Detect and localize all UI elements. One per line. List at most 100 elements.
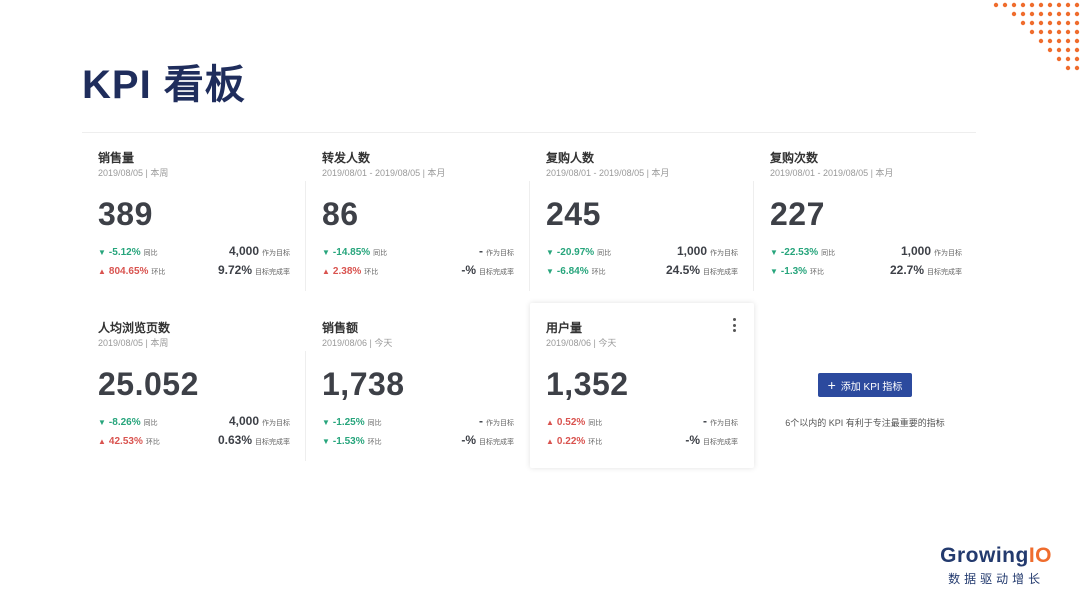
decorative-dot	[1065, 2, 1071, 8]
decorative-dot	[1074, 2, 1080, 8]
completion-label: 目标完成率	[479, 439, 514, 446]
mom-change: 0.22%	[556, 436, 586, 447]
decorative-dot	[1038, 2, 1044, 8]
decorative-dot	[1074, 56, 1080, 62]
decorative-dot	[1011, 11, 1017, 17]
kpi-value: 86	[322, 196, 359, 232]
mom-change: -6.84%	[556, 266, 589, 277]
mom-change: -1.3%	[780, 266, 808, 277]
add-kpi-button[interactable]: + 添加 KPI 指标	[817, 373, 913, 397]
decorative-dot	[1074, 20, 1080, 26]
completion-label: 目标完成率	[703, 269, 738, 276]
completion-label: 目标完成率	[255, 269, 290, 276]
mom-label: 环比	[591, 269, 606, 276]
decorative-dot	[1029, 20, 1035, 26]
yoy-label: 同比	[367, 420, 382, 427]
kpi-board: 销售量 2019/08/05 | 本周 389 ▼ -5.12% 同比 4,00…	[82, 133, 978, 468]
brand-logo: GrowingIO 数据驱动增长	[940, 544, 1052, 587]
arrow-up-icon: ▲	[546, 437, 554, 446]
kpi-value: 1,738	[322, 366, 405, 402]
add-kpi-area: + 添加 KPI 指标 6个以内的 KPI 有利于专注最重要的指标	[754, 298, 976, 463]
decorative-dot	[1056, 38, 1062, 44]
decorative-dot	[1020, 2, 1026, 8]
yoy-change: -8.26%	[108, 417, 141, 428]
brand-name: GrowingIO	[940, 544, 1052, 567]
target-value: 4,000	[228, 244, 259, 258]
yoy-change: 0.52%	[556, 417, 586, 428]
mom-change: -1.53%	[332, 436, 365, 447]
kpi-value: 25.052	[98, 366, 199, 402]
decorative-dot	[1056, 47, 1062, 53]
completion-label: 目标完成率	[255, 439, 290, 446]
target-label: 作为目标	[710, 420, 738, 427]
mom-label: 环比	[810, 269, 825, 276]
arrow-down-icon: ▼	[546, 248, 554, 257]
decorative-dot	[1047, 20, 1053, 26]
decorative-dot	[993, 2, 999, 8]
yoy-label: 同比	[597, 250, 612, 257]
decorative-dot	[1047, 29, 1053, 35]
mom-label: 环比	[145, 439, 160, 446]
completion-value: -%	[461, 263, 476, 277]
kpi-card[interactable]: 复购次数 2019/08/01 - 2019/08/05 | 本月 227 ▼ …	[754, 133, 978, 298]
decorative-dot	[1056, 11, 1062, 17]
kpi-name: 用户量	[546, 321, 583, 335]
mom-change: 2.38%	[332, 266, 362, 277]
kpi-name: 销售量	[98, 151, 135, 165]
kpi-card[interactable]: 转发人数 2019/08/01 - 2019/08/05 | 本月 86 ▼ -…	[306, 133, 530, 298]
kpi-period: 2019/08/05 | 本周	[98, 168, 169, 178]
decorative-dot	[1029, 29, 1035, 35]
decorative-dot	[1047, 2, 1053, 8]
add-kpi-label: 添加 KPI 指标	[840, 381, 903, 393]
yoy-label: 同比	[373, 250, 388, 257]
yoy-label: 同比	[143, 420, 158, 427]
decorative-dot	[1074, 29, 1080, 35]
arrow-down-icon: ▼	[770, 248, 778, 257]
mom-change: 804.65%	[108, 266, 149, 277]
kpi-name: 销售额	[322, 321, 359, 335]
decorative-dot	[1074, 65, 1080, 71]
arrow-up-icon: ▲	[98, 267, 106, 276]
kpi-name: 人均浏览页数	[98, 321, 171, 335]
decorative-dot	[1020, 11, 1026, 17]
decorative-dot	[1047, 47, 1053, 53]
kpi-name: 复购人数	[546, 151, 595, 165]
decorative-dot	[1047, 38, 1053, 44]
completion-label: 目标完成率	[927, 269, 962, 276]
kpi-period: 2019/08/06 | 今天	[322, 338, 393, 348]
target-label: 作为目标	[934, 250, 962, 257]
kpi-period: 2019/08/06 | 今天	[546, 338, 617, 348]
decorative-dots	[993, 2, 1080, 71]
decorative-dot	[1065, 47, 1071, 53]
kpi-card[interactable]: 复购人数 2019/08/01 - 2019/08/05 | 本月 245 ▼ …	[530, 133, 754, 298]
completion-value: -%	[685, 433, 700, 447]
brand-tagline: 数据驱动增长	[948, 572, 1045, 586]
mom-label: 环比	[367, 439, 382, 446]
yoy-change: -5.12%	[108, 247, 141, 258]
target-value: 1,000	[676, 244, 707, 258]
decorative-dot	[1065, 29, 1071, 35]
arrow-down-icon: ▼	[322, 437, 330, 446]
yoy-change: -14.85%	[332, 247, 371, 258]
target-label: 作为目标	[710, 250, 738, 257]
kpi-value: 227	[770, 196, 825, 232]
decorative-dot	[1038, 11, 1044, 17]
decorative-dot	[1065, 20, 1071, 26]
arrow-up-icon: ▲	[98, 437, 106, 446]
kpi-card[interactable]: 人均浏览页数 2019/08/05 | 本周 25.052 ▼ -8.26% 同…	[82, 303, 306, 468]
completion-value: 9.72%	[217, 263, 252, 277]
more-options-icon[interactable]	[728, 318, 740, 332]
target-label: 作为目标	[262, 420, 290, 427]
decorative-dot	[1038, 29, 1044, 35]
arrow-up-icon: ▲	[322, 267, 330, 276]
target-value: -	[479, 244, 483, 258]
kpi-card[interactable]: 销售量 2019/08/05 | 本周 389 ▼ -5.12% 同比 4,00…	[82, 133, 306, 298]
decorative-dot	[1065, 65, 1071, 71]
yoy-change: -20.97%	[556, 247, 595, 258]
arrow-down-icon: ▼	[322, 418, 330, 427]
kpi-card[interactable]: 销售额 2019/08/06 | 今天 1,738 ▼ -1.25% 同比 - …	[306, 303, 530, 468]
target-value: -	[703, 414, 707, 428]
arrow-down-icon: ▼	[546, 267, 554, 276]
decorative-dot	[1056, 2, 1062, 8]
kpi-card-active[interactable]: 用户量 2019/08/06 | 今天 1,352 ▲ 0.52% 同比 - 作…	[530, 303, 754, 468]
